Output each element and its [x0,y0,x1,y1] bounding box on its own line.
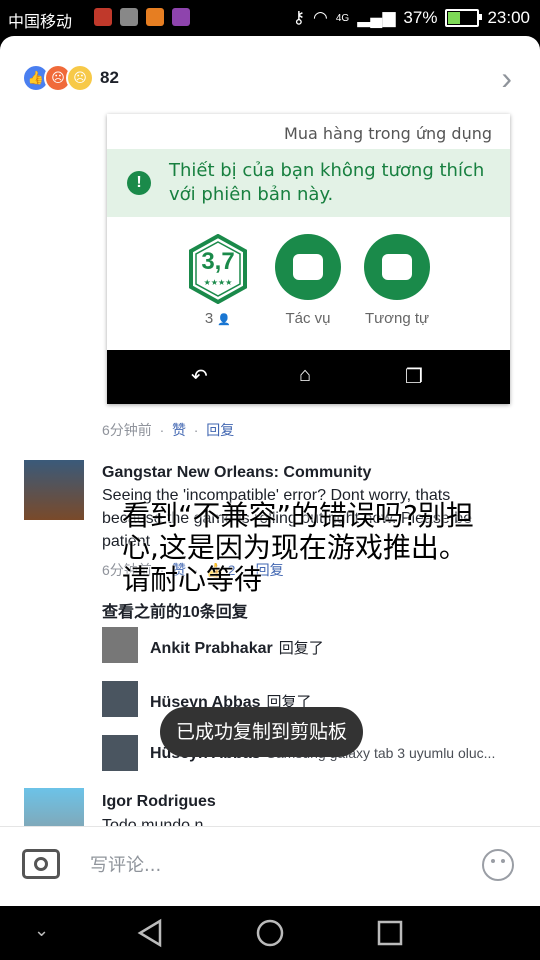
battery-icon [445,9,483,27]
notification-icons [94,8,190,26]
app-notification-icon [120,8,138,26]
rating-value: 3,7 [201,248,235,275]
reply-author: Ankit Prabhakar [150,640,273,657]
sad-icon: ☹ [66,64,94,92]
reply-action: 回复了 [278,640,324,657]
gallery-notification-icon [172,8,190,26]
comment-author[interactable]: Igor Rodrigues [102,793,216,811]
chevron-right-icon[interactable]: › [501,60,512,97]
back-icon[interactable] [136,918,164,948]
battery-percent: 37% [403,8,438,27]
reply-link[interactable]: 回复 [206,422,234,438]
in-app-purchase-label: Mua hàng trong ứng dụng [284,124,492,143]
rating-count: 3 👤 [204,310,232,327]
warning-text: Thiết bị của bạn không tương thích với p… [169,160,485,205]
similar-icon [364,234,430,300]
reaction-count: 82 [100,68,119,87]
comment-input[interactable]: 写评论... [90,851,161,877]
comment-author[interactable]: Gangstar New Orleans: Community [102,464,371,482]
emoji-icon[interactable] [482,849,514,881]
chevron-down-icon[interactable]: ⌄ [34,920,49,941]
status-bar: 中国移动 ⚷ ◠ 4G ▂▄▆ 37% 23:00 [0,0,540,36]
comment-composer: 写评论... [0,826,540,906]
recents-icon[interactable] [376,919,404,947]
system-nav-bar: ⌄ [0,906,540,960]
app-stats: 3,7 ★★★★ 3 👤 Tác vụ Tương tự [107,233,510,344]
translation-overlay: 看到“不兼容”的错误吗?别担心,这是因为现在游戏推出。请耐心等待 [122,499,474,596]
comments-sheet: 👍 ☹ ☹ 82 › Mua hàng trong ứng dụng ! Thi… [0,36,540,906]
key-icon: ⚷ [292,8,306,27]
avatar[interactable] [102,681,138,717]
comment-image[interactable]: Mua hàng trong ứng dụng ! Thiết bị của b… [107,114,510,404]
like-link[interactable]: 赞 [172,422,186,438]
home-icon: ⌂ [299,364,312,386]
person-icon: 👤 [217,314,232,326]
similar-label: Tương tự [364,310,430,327]
reactions-bar[interactable]: 👍 ☹ ☹ 82 › [0,36,540,116]
rating-badge: 3,7 ★★★★ [183,233,253,305]
carrier-name: 中国移动 [8,12,73,31]
wifi-icon: ◠ [313,8,328,27]
incompatible-warning: ! Thiết bị của bạn không tương thích với… [107,149,510,217]
tasks-label: Tác vụ [285,310,331,327]
signal-icon: ▂▄▆ [357,8,396,27]
app-notification-icon [146,8,164,26]
avatar[interactable] [102,627,138,663]
embedded-nav-bar: ↶ ⌂ ❐ [107,350,510,404]
reaction-icons: 👍 ☹ ☹ [22,64,94,92]
rating-stars: ★★★★ [203,278,233,287]
camera-icon[interactable] [22,849,60,879]
recents-icon: ❐ [405,366,423,388]
view-previous-replies[interactable]: 查看之前的10条回复 [102,598,248,622]
alert-icon: ! [127,171,151,195]
clock: 23:00 [487,8,530,27]
app-notification-icon [94,8,112,26]
comment-time: 6分钟前 [102,422,152,438]
back-icon: ↶ [191,366,208,388]
home-icon[interactable] [255,918,285,948]
network-type: 4G [335,12,350,24]
avatar[interactable] [24,460,84,520]
copied-toast: 已成功复制到剪贴板 [160,707,364,757]
comment-meta: 6分钟前 · 赞 · 回复 [102,422,235,438]
avatar[interactable] [102,735,138,771]
tasks-icon [275,234,341,300]
reply-row[interactable]: Ankit Prabhakar 回复了 [150,637,324,658]
